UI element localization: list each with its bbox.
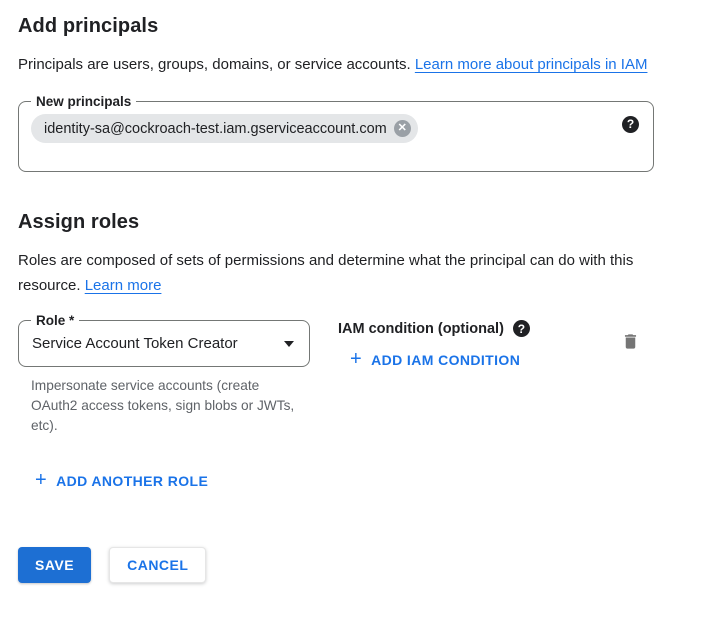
principals-description: Principals are users, groups, domains, o…	[18, 52, 668, 77]
save-button[interactable]: SAVE	[18, 547, 91, 583]
role-column: Role * Service Account Token Creator Imp…	[18, 320, 310, 436]
delete-role-button[interactable]	[621, 331, 640, 352]
iam-condition-column: IAM condition (optional) ? +ADD IAM COND…	[338, 320, 530, 371]
role-select-value: Service Account Token Creator	[32, 335, 238, 352]
role-select-label: Role *	[31, 312, 79, 329]
add-another-role-button[interactable]: +ADD ANOTHER ROLE	[35, 471, 208, 491]
plus-icon: +	[35, 470, 47, 490]
iam-condition-label: IAM condition (optional)	[338, 321, 504, 337]
dialog-actions: SAVE CANCEL	[18, 547, 695, 583]
roles-description: Roles are composed of sets of permission…	[18, 248, 668, 298]
add-principals-panel: Add principals Principals are users, gro…	[0, 0, 713, 583]
principals-description-text: Principals are users, groups, domains, o…	[18, 56, 415, 73]
principal-chip-value: identity-sa@cockroach-test.iam.gservicea…	[44, 121, 387, 137]
principal-chip: identity-sa@cockroach-test.iam.gservicea…	[31, 114, 418, 143]
cancel-button[interactable]: CANCEL	[109, 547, 206, 583]
role-helper-text: Impersonate service accounts (create OAu…	[31, 376, 303, 436]
assign-roles-title: Assign roles	[18, 211, 695, 234]
dropdown-arrow-icon	[284, 341, 294, 347]
principals-help-icon[interactable]: ?	[622, 116, 639, 133]
role-row: Role * Service Account Token Creator Imp…	[18, 320, 695, 436]
new-principals-field[interactable]: New principals identity-sa@cockroach-tes…	[18, 101, 654, 172]
iam-condition-help-icon[interactable]: ?	[513, 320, 530, 337]
chip-remove-icon[interactable]: ✕	[394, 120, 411, 137]
role-select[interactable]: Role * Service Account Token Creator	[18, 320, 310, 367]
trash-icon	[621, 331, 640, 352]
page-title: Add principals	[18, 15, 695, 38]
add-iam-condition-button[interactable]: +ADD IAM CONDITION	[350, 350, 520, 370]
learn-more-roles-link[interactable]: Learn more	[85, 277, 162, 294]
learn-more-principals-link[interactable]: Learn more about principals in IAM	[415, 56, 648, 73]
plus-icon: +	[350, 349, 362, 369]
new-principals-label: New principals	[31, 93, 136, 110]
